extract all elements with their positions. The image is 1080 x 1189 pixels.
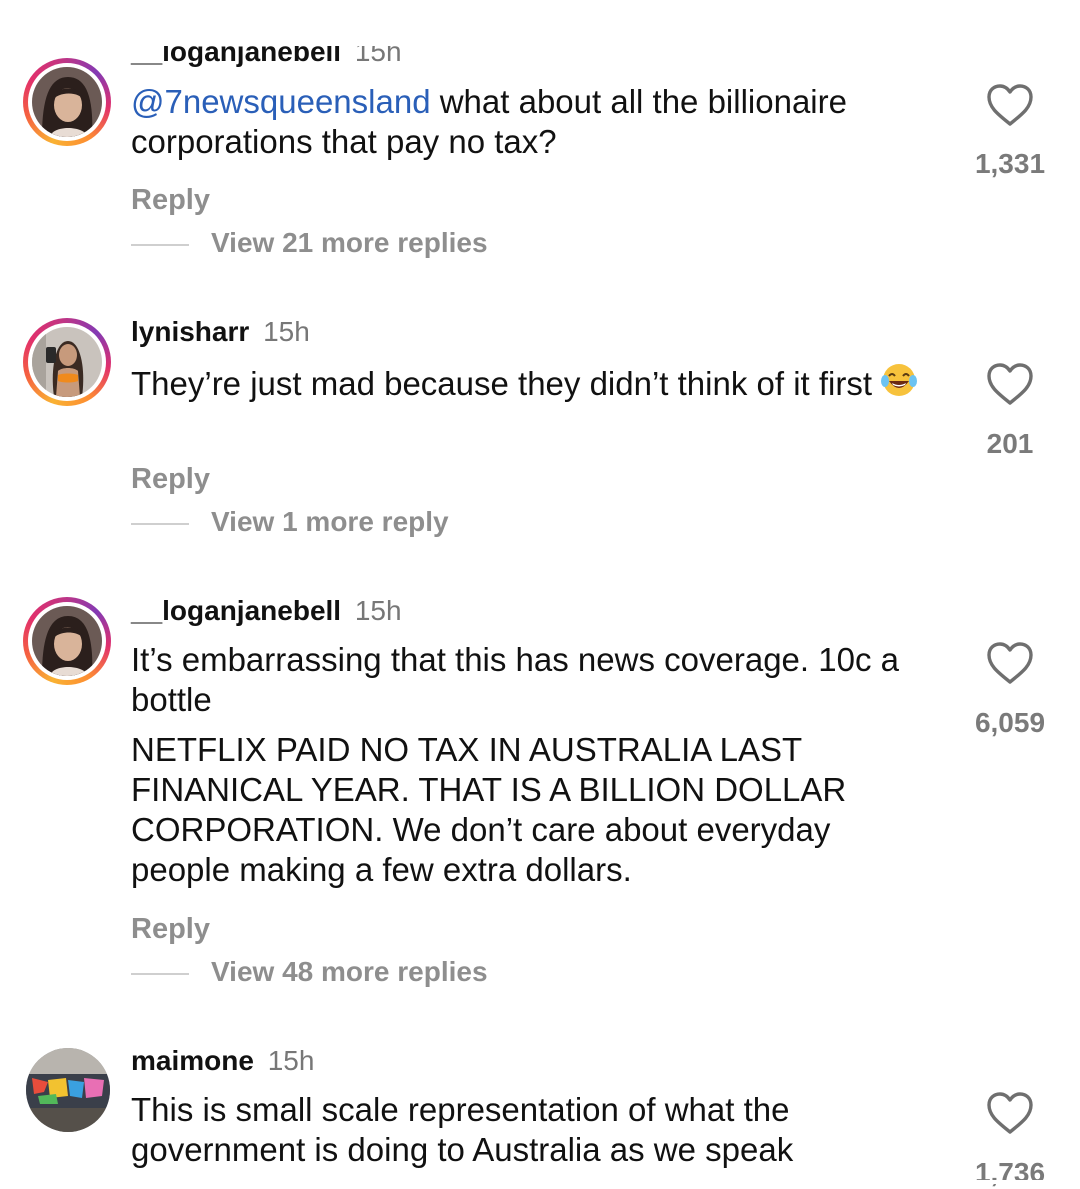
heart-icon: [987, 84, 1033, 126]
top-crop-edge: [0, 0, 1080, 46]
view-replies-label: View 21 more replies: [211, 227, 488, 258]
view-replies-button[interactable]: View 48 more replies: [131, 956, 488, 988]
like-button[interactable]: [985, 82, 1035, 128]
avatar-border: [28, 602, 106, 680]
username[interactable]: lynisharr: [131, 316, 249, 347]
avatar-border: [28, 323, 106, 401]
avatar[interactable]: [32, 606, 102, 676]
woman-portrait-avatar-icon: [32, 67, 102, 137]
comment-body: This is small scale representation of wh…: [131, 1091, 794, 1168]
comment-text: They’re just mad because they didn’t thi…: [131, 361, 931, 404]
heart-icon: [987, 642, 1033, 684]
thread-line: [131, 972, 189, 975]
view-replies-button[interactable]: View 21 more replies: [131, 227, 488, 259]
mention-link[interactable]: @7newsqueensland: [131, 83, 431, 120]
comment-text: It’s embarrassing that this has news cov…: [131, 640, 911, 890]
heart-icon: [987, 1092, 1033, 1134]
view-replies-label: View 48 more replies: [211, 956, 488, 987]
avatar-border: [26, 1048, 110, 1132]
reply-button[interactable]: Reply: [131, 463, 210, 495]
like-count: 1,331: [974, 148, 1046, 179]
avatar[interactable]: [26, 1048, 110, 1132]
heart-icon: [987, 363, 1033, 405]
username[interactable]: maimone: [131, 1045, 254, 1076]
timestamp: 15h: [263, 316, 310, 347]
bottom-crop-edge: [0, 1180, 1080, 1184]
view-replies-button[interactable]: View 1 more reply: [131, 506, 449, 538]
comment-meta: lynisharr 15h: [131, 316, 310, 348]
woman-portrait-avatar-icon: [32, 606, 102, 676]
avatar[interactable]: [32, 327, 102, 397]
like-count: 6,059: [974, 707, 1046, 738]
comment-body: They’re just mad because they didn’t thi…: [131, 365, 873, 402]
like-count: 1,736: [974, 1157, 1046, 1188]
avatar[interactable]: [32, 67, 102, 137]
laughing-emoji-icon: [881, 364, 918, 396]
comment-paragraph: NETFLIX PAID NO TAX IN AUSTRALIA LAST FI…: [131, 731, 847, 888]
like-button[interactable]: [985, 361, 1035, 407]
avatar-frame[interactable]: [24, 1046, 112, 1134]
comment-meta: __loganjanebell 15h: [131, 595, 402, 627]
timestamp: 15h: [354, 595, 402, 626]
reply-button[interactable]: Reply: [131, 184, 210, 216]
story-ring[interactable]: [23, 318, 111, 406]
reply-button[interactable]: Reply: [131, 913, 210, 945]
mirror-selfie-avatar-icon: [32, 327, 102, 397]
comment-text: @7newsqueensland what about all the bill…: [131, 82, 931, 162]
timestamp: 15h: [267, 1045, 315, 1076]
like-count: 201: [986, 428, 1034, 459]
comment-meta: maimone 15h: [131, 1045, 314, 1077]
thread-line: [131, 243, 189, 246]
comment-text: This is small scale representation of wh…: [131, 1090, 931, 1170]
username[interactable]: __loganjanebell: [131, 595, 341, 626]
like-button[interactable]: [985, 640, 1035, 686]
view-replies-label: View 1 more reply: [211, 506, 449, 537]
graffiti-train-avatar-icon: [26, 1048, 110, 1132]
avatar-border: [28, 63, 106, 141]
story-ring[interactable]: [23, 597, 111, 685]
comment-paragraph: It’s embarrassing that this has news cov…: [131, 641, 899, 718]
like-button[interactable]: [985, 1090, 1035, 1136]
thread-line: [131, 522, 189, 525]
story-ring[interactable]: [23, 58, 111, 146]
